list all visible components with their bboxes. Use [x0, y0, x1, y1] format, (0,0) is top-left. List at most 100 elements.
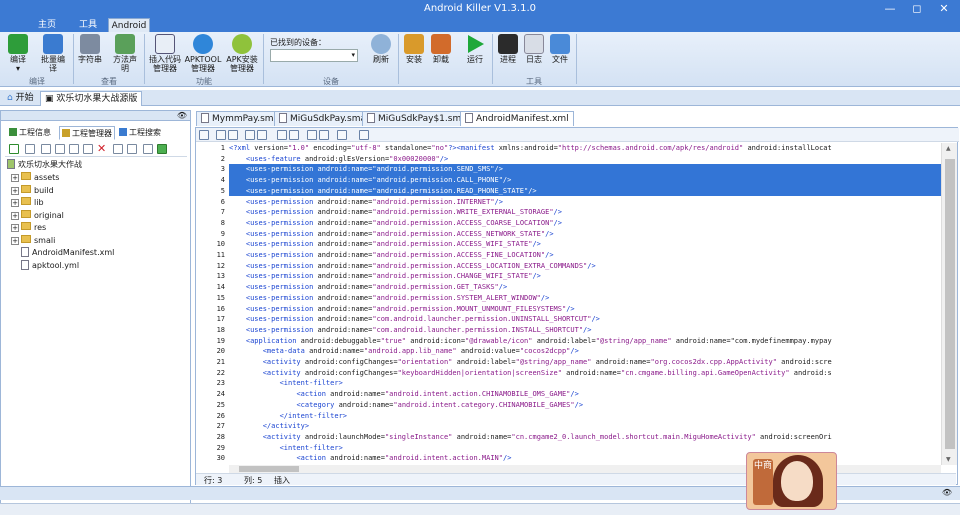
refresh-button[interactable]: 刷新 [368, 34, 394, 78]
apk-installer-button[interactable]: APK安装管理器 [224, 34, 260, 78]
tree-root[interactable]: 欢乐切水果大作战 [7, 159, 82, 171]
copy-icon[interactable] [41, 144, 51, 154]
code-line[interactable]: <uses-permission android:name="android.p… [229, 250, 941, 261]
scroll-up-icon[interactable]: ▲ [946, 145, 951, 152]
paste-icon[interactable] [55, 144, 65, 154]
code-line[interactable]: <uses-permission android:name="android.p… [229, 229, 941, 240]
uninstall-button[interactable]: 卸载 [428, 34, 454, 78]
scroll-thumb[interactable] [239, 466, 299, 472]
code-line[interactable]: <uses-permission android:name="android.p… [229, 175, 941, 186]
copy-icon[interactable] [216, 130, 226, 140]
device-select[interactable]: ▾ [270, 49, 358, 62]
code-line[interactable]: <intent-filter> [229, 378, 941, 389]
code-line[interactable]: <uses-permission android:name="android.p… [229, 185, 941, 197]
file-button[interactable]: 文件 [548, 34, 572, 78]
code-line[interactable]: <action android:name="android.intent.act… [229, 389, 941, 400]
code-line[interactable]: <uses-permission android:name="com.andro… [229, 325, 941, 336]
code-line[interactable]: <uses-permission android:name="android.p… [229, 293, 941, 304]
tab-migusdkpay[interactable]: MiGuSdkPay.smali [274, 111, 376, 126]
code-line[interactable]: <activity android:configChanges="orienta… [229, 357, 941, 368]
code-line[interactable]: <meta-data android:name="android.app.lib… [229, 346, 941, 357]
copy-path-icon[interactable] [113, 144, 123, 154]
method-desc-button[interactable]: 方法声明 [110, 34, 140, 78]
code-line[interactable]: <uses-permission android:name="android.p… [229, 197, 941, 208]
eye-icon[interactable]: 👁 [177, 111, 187, 121]
expand-icon[interactable]: + [11, 186, 19, 195]
properties-icon[interactable] [127, 144, 137, 154]
tree-item-manifest[interactable]: AndroidManifest.xml [21, 247, 114, 259]
code-line[interactable]: <uses-permission android:name="android.p… [229, 271, 941, 282]
code-line[interactable]: <uses-permission android:name="android.p… [229, 218, 941, 229]
minimize-button[interactable]: — [876, 1, 904, 17]
code-line[interactable]: <uses-permission android:name="android.p… [229, 164, 941, 176]
tab-project[interactable]: ▣ 欢乐切水果大战源版 [40, 91, 143, 106]
process-button[interactable]: 进程 [495, 34, 521, 78]
code-line[interactable]: <?xml version="1.0" encoding="utf-8" sta… [229, 143, 941, 154]
tree-item-res[interactable]: + res [11, 222, 46, 234]
code-line[interactable]: <uses-permission android:name="android.p… [229, 239, 941, 250]
document-icon[interactable] [143, 144, 153, 154]
code-line[interactable]: <uses-feature android:glEsVersion="0x000… [229, 154, 941, 165]
tab-project-manager[interactable]: 工程管理器 [59, 126, 115, 140]
undo-icon[interactable] [277, 130, 287, 140]
tab-home[interactable]: 主页 [27, 18, 67, 32]
run-button[interactable]: 运行 [462, 34, 488, 78]
find-icon[interactable] [228, 130, 238, 140]
cut-icon[interactable] [245, 130, 255, 140]
floating-thumbnail[interactable]: 中商 [746, 452, 837, 510]
expand-icon[interactable]: + [11, 211, 19, 220]
code-line[interactable]: <uses-permission android:name="android.p… [229, 261, 941, 272]
close-button[interactable]: ✕ [930, 1, 958, 17]
open-icon[interactable] [25, 144, 35, 154]
delete-icon[interactable]: ✕ [97, 142, 106, 155]
tree-item-original[interactable]: + original [11, 209, 64, 222]
plugin-manager-button[interactable]: 插入代码管理器 [147, 34, 183, 78]
code-line[interactable]: <activity android:launchMode="singleInst… [229, 432, 941, 443]
install-button[interactable]: 安装 [401, 34, 427, 78]
tab-androidmanifest[interactable]: AndroidManifest.xml [460, 111, 574, 126]
expand-icon[interactable]: + [11, 224, 19, 232]
code-line[interactable]: <uses-permission android:name="com.andro… [229, 314, 941, 325]
expand-icon[interactable]: + [11, 199, 19, 207]
code-line[interactable]: <uses-permission android:name="android.p… [229, 304, 941, 315]
format-icon[interactable] [337, 130, 347, 140]
log-button[interactable]: 日志 [522, 34, 546, 78]
folder-icon[interactable] [69, 144, 79, 154]
expand-icon[interactable]: + [11, 236, 19, 245]
tab-project-search[interactable]: 工程搜索 [117, 126, 163, 140]
add-icon[interactable] [157, 144, 167, 154]
string-button[interactable]: 字符串 [76, 34, 104, 78]
apktool-manager-button[interactable]: APKTOOL管理器 [184, 34, 222, 78]
code-line[interactable]: </intent-filter> [229, 411, 941, 422]
compile-button[interactable]: 编译 ▾ [4, 34, 32, 78]
batch-compile-button[interactable]: 批量编译 [38, 34, 68, 78]
scroll-thumb[interactable] [945, 159, 955, 449]
maximize-button[interactable]: ◻ [903, 1, 931, 17]
code-line[interactable]: <application android:debuggable="true" a… [229, 336, 941, 347]
tab-android[interactable]: Android [108, 18, 150, 32]
code-line[interactable]: <category android:name="android.intent.c… [229, 400, 941, 411]
tree-item-build[interactable]: + build [11, 184, 54, 197]
code-line[interactable]: </activity> [229, 421, 941, 432]
back-icon[interactable] [307, 130, 317, 140]
redo-icon[interactable] [289, 130, 299, 140]
tree-item-assets[interactable]: + assets [11, 172, 59, 184]
tree-item-lib[interactable]: + lib [11, 197, 44, 209]
tree-item-apktool[interactable]: apktool.yml [21, 259, 79, 272]
vertical-scrollbar[interactable]: ▲ ▼ [941, 143, 957, 465]
code-line[interactable]: <activity android:configChanges="keyboar… [229, 368, 941, 379]
tree-item-smali[interactable]: + smali [11, 234, 55, 247]
code-line[interactable]: <uses-permission android:name="android.p… [229, 207, 941, 218]
code-line[interactable]: <uses-permission android:name="android.p… [229, 282, 941, 293]
tab-tools[interactable]: 工具 [68, 18, 108, 32]
save-icon[interactable] [199, 130, 209, 140]
code-editor[interactable]: 1 2 3 4 5 6 7 8 9 10 11 12 13 14 15 16 17 18 19 20 21 22 23 24 2… [195, 127, 959, 485]
tab-project-info[interactable]: 工程信息 [7, 126, 53, 140]
scroll-down-icon[interactable]: ▼ [946, 456, 951, 463]
expand-icon[interactable]: + [11, 174, 19, 182]
forward-icon[interactable] [319, 130, 329, 140]
eye-icon[interactable]: 👁 [942, 488, 952, 497]
refresh-icon[interactable] [9, 144, 19, 154]
code-area[interactable]: <?xml version="1.0" encoding="utf-8" sta… [229, 143, 941, 465]
search-icon[interactable] [359, 130, 369, 140]
